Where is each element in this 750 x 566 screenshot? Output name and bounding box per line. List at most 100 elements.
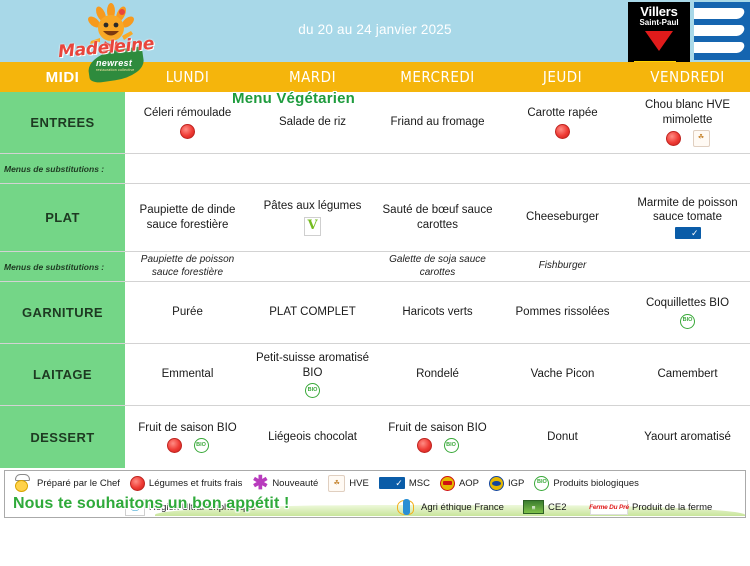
legend-item-ferme: Ferme Du Pré Produit de la ferme (589, 499, 720, 515)
table-row-entrees: ENTREES Céleri rémoulade Salade de riz F… (0, 92, 750, 154)
menu-cell: Fruit de saison BIO BIO (125, 406, 250, 468)
menu-cell: Fruit de saison BIO BIO (375, 406, 500, 468)
menu-cell-sub (625, 252, 750, 281)
msc-icon: ✓ (378, 477, 405, 489)
dish-badges (180, 123, 195, 139)
partner-logos: Villers Saint-Paul (628, 0, 750, 66)
legend-item-aop: AOP (439, 475, 487, 491)
ce2-icon: ☰ (523, 500, 544, 514)
dish-name: Purée (172, 306, 203, 319)
dish-badges: BIO (166, 438, 209, 454)
table-row-substitution-entrees: Menus de substitutions : (0, 154, 750, 184)
legend-item-chef: Préparé par le Chef (11, 474, 128, 492)
madeleine-logo: Madeleine newrest restauration collectiv… (30, 0, 160, 90)
substitution-cells (125, 154, 750, 183)
legend-label: Nouveauté (272, 477, 319, 489)
menu-cell: Friand au fromage (375, 92, 500, 153)
vegetarian-icon: V (304, 216, 321, 236)
villers-logo-subname: Saint-Paul (639, 18, 679, 27)
bon-appetit-message: Nous te souhaitons un bon appétit ! (13, 495, 290, 512)
row-label-substitution: Menus de substitutions : (0, 252, 125, 281)
dish-name: Marmite de poisson sauce tomate (637, 196, 738, 223)
day-header-mardi: MARDI (288, 68, 337, 86)
legend-item-igp: IGP (489, 475, 532, 491)
new-icon: ✱ (252, 472, 269, 494)
wave-logo (694, 2, 750, 60)
legend-footer: Préparé par le Chef Légumes et fruits fr… (4, 470, 746, 518)
plat-cells: Paupiette de dinde sauce forestière Pâte… (125, 184, 750, 251)
legend-label: Préparé par le Chef (37, 477, 120, 489)
dish-badges: BIO (680, 313, 695, 329)
row-label-dessert: DESSERT (0, 406, 125, 468)
table-row-substitution-plat: Menus de substitutions : Paupiette de po… (0, 252, 750, 282)
dish-name: Donut (547, 430, 578, 443)
aop-icon (439, 475, 455, 491)
dish-name: Pommes rissolées (515, 306, 610, 319)
fresh-produce-icon (416, 438, 432, 454)
row-label-substitution: Menus de substitutions : (0, 154, 125, 183)
villers-logo-name: Villers (640, 4, 678, 19)
dish-badges: ✓ (674, 227, 701, 240)
chef-icon (11, 474, 33, 492)
legend-label: MSC (408, 477, 430, 489)
menu-table: ENTREES Céleri rémoulade Salade de riz F… (0, 92, 750, 468)
menu-cell: Camembert (625, 344, 750, 405)
dish-badges: V (304, 216, 321, 236)
menu-page: Madeleine newrest restauration collectiv… (0, 0, 750, 566)
dish-badges: ☘ (665, 129, 710, 147)
menu-cell-sub (625, 154, 750, 183)
dish-name: Rondelé (416, 368, 459, 381)
wave-stripe-icon (694, 25, 746, 36)
menu-cell-sub (250, 252, 375, 281)
bio-icon: BIO (193, 438, 209, 454)
dish-name: Vache Picon (530, 368, 595, 381)
legend-item-ce2: ☰ CE2 (523, 500, 574, 514)
legend-label: Légumes et fruits frais (148, 477, 243, 489)
dish-name: Coquillettes BIO (645, 297, 730, 310)
bio-icon: BIO (680, 313, 695, 329)
legend-row-top: Préparé par le Chef Légumes et fruits fr… (5, 471, 745, 495)
day-header-jeudi: JEUDI (542, 68, 583, 86)
legend-label: IGP (508, 477, 525, 489)
legend-label: Produit de la ferme (632, 501, 713, 513)
dish-name: Cheeseburger (526, 211, 599, 224)
wave-stripe-icon (694, 8, 746, 19)
dish-badges (555, 123, 570, 139)
dish-name: Emmental (161, 368, 214, 381)
menu-cell: Carotte rapée (500, 92, 625, 153)
menu-cell: PLAT COMPLET (250, 282, 375, 343)
entrees-cells: Céleri rémoulade Salade de riz Friand au… (125, 92, 750, 153)
page-header: Madeleine newrest restauration collectiv… (0, 0, 750, 84)
dish-name: Paupiette de dinde sauce forestière (139, 204, 236, 231)
menu-cell-sub: Paupiette de poisson sauce forestière (140, 254, 235, 278)
row-label-garniture: GARNITURE (0, 282, 125, 343)
vegetarian-menu-banner: Menu Végétarien (232, 90, 356, 107)
fresh-icon (129, 475, 145, 491)
menu-cell: Paupiette de dinde sauce forestière (125, 184, 250, 251)
row-label-plat: PLAT (0, 184, 125, 251)
dish-name: Pâtes aux légumes (263, 200, 362, 213)
menu-cell: Rondelé (375, 344, 500, 405)
brand-tagline: restauration collective (96, 68, 135, 72)
legend-label: Agri éthique France (421, 501, 504, 513)
dish-badges: BIO (416, 438, 459, 454)
bio-icon: BIO (443, 438, 459, 454)
dish-name: PLAT COMPLET (269, 306, 356, 319)
dish-name: Chou blanc HVE mimolette (644, 99, 731, 126)
menu-cell: Coquillettes BIO BIO (625, 282, 750, 343)
wave-stripe-icon (694, 42, 746, 53)
agri-icon (395, 497, 417, 517)
row-label-laitage: LAITAGE (0, 344, 125, 405)
menu-cell-sub (375, 154, 500, 183)
bio-icon: BIO (305, 382, 320, 398)
legend-item-fresh: Légumes et fruits frais (129, 475, 250, 491)
menu-cell-sub (125, 154, 250, 183)
dish-name: Yaourt aromatisé (644, 430, 731, 443)
menu-cell-sub: Galette de soja sauce carottes (389, 254, 486, 278)
msc-icon: ✓ (674, 227, 701, 240)
table-row-dessert: DESSERT Fruit de saison BIO BIO Liégeois… (0, 406, 750, 468)
menu-cell: Yaourt aromatisé (625, 406, 750, 468)
hve-icon: ☘ (328, 474, 346, 492)
dish-name: Petit-suisse aromatisé BIO (255, 352, 370, 379)
garniture-cells: Purée PLAT COMPLET Haricots verts Pommes… (125, 282, 750, 343)
